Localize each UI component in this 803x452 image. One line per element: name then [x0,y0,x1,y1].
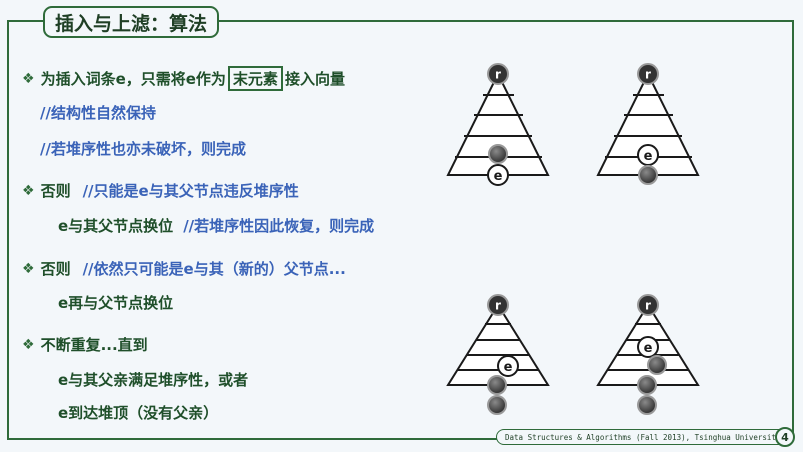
footer-credit: Data Structures & Algorithms (Fall 2013)… [496,429,790,445]
heap-triangle [446,303,550,386]
root-label: r [495,68,501,82]
heap-node [638,165,658,185]
heap-node [637,395,657,415]
heap-diagram-4: r e [596,294,700,415]
heap-diagram-1: r e [446,63,550,186]
heap-node [647,355,667,375]
root-label: r [495,299,501,313]
heap-node [487,395,507,415]
heap-diagrams: r e r e r e r e [446,63,700,415]
elem-label: e [494,169,503,184]
heap-node [637,375,657,395]
heap-node [487,375,507,395]
root-label: r [645,299,651,313]
elem-label: e [644,149,653,164]
page-number: 4 [775,427,795,447]
elem-label: e [644,341,653,356]
heap-diagram-2: r e [596,63,700,185]
elem-label: e [504,360,513,375]
heap-diagram-3: r e [446,294,550,415]
heap-node [488,144,508,164]
root-label: r [645,68,651,82]
